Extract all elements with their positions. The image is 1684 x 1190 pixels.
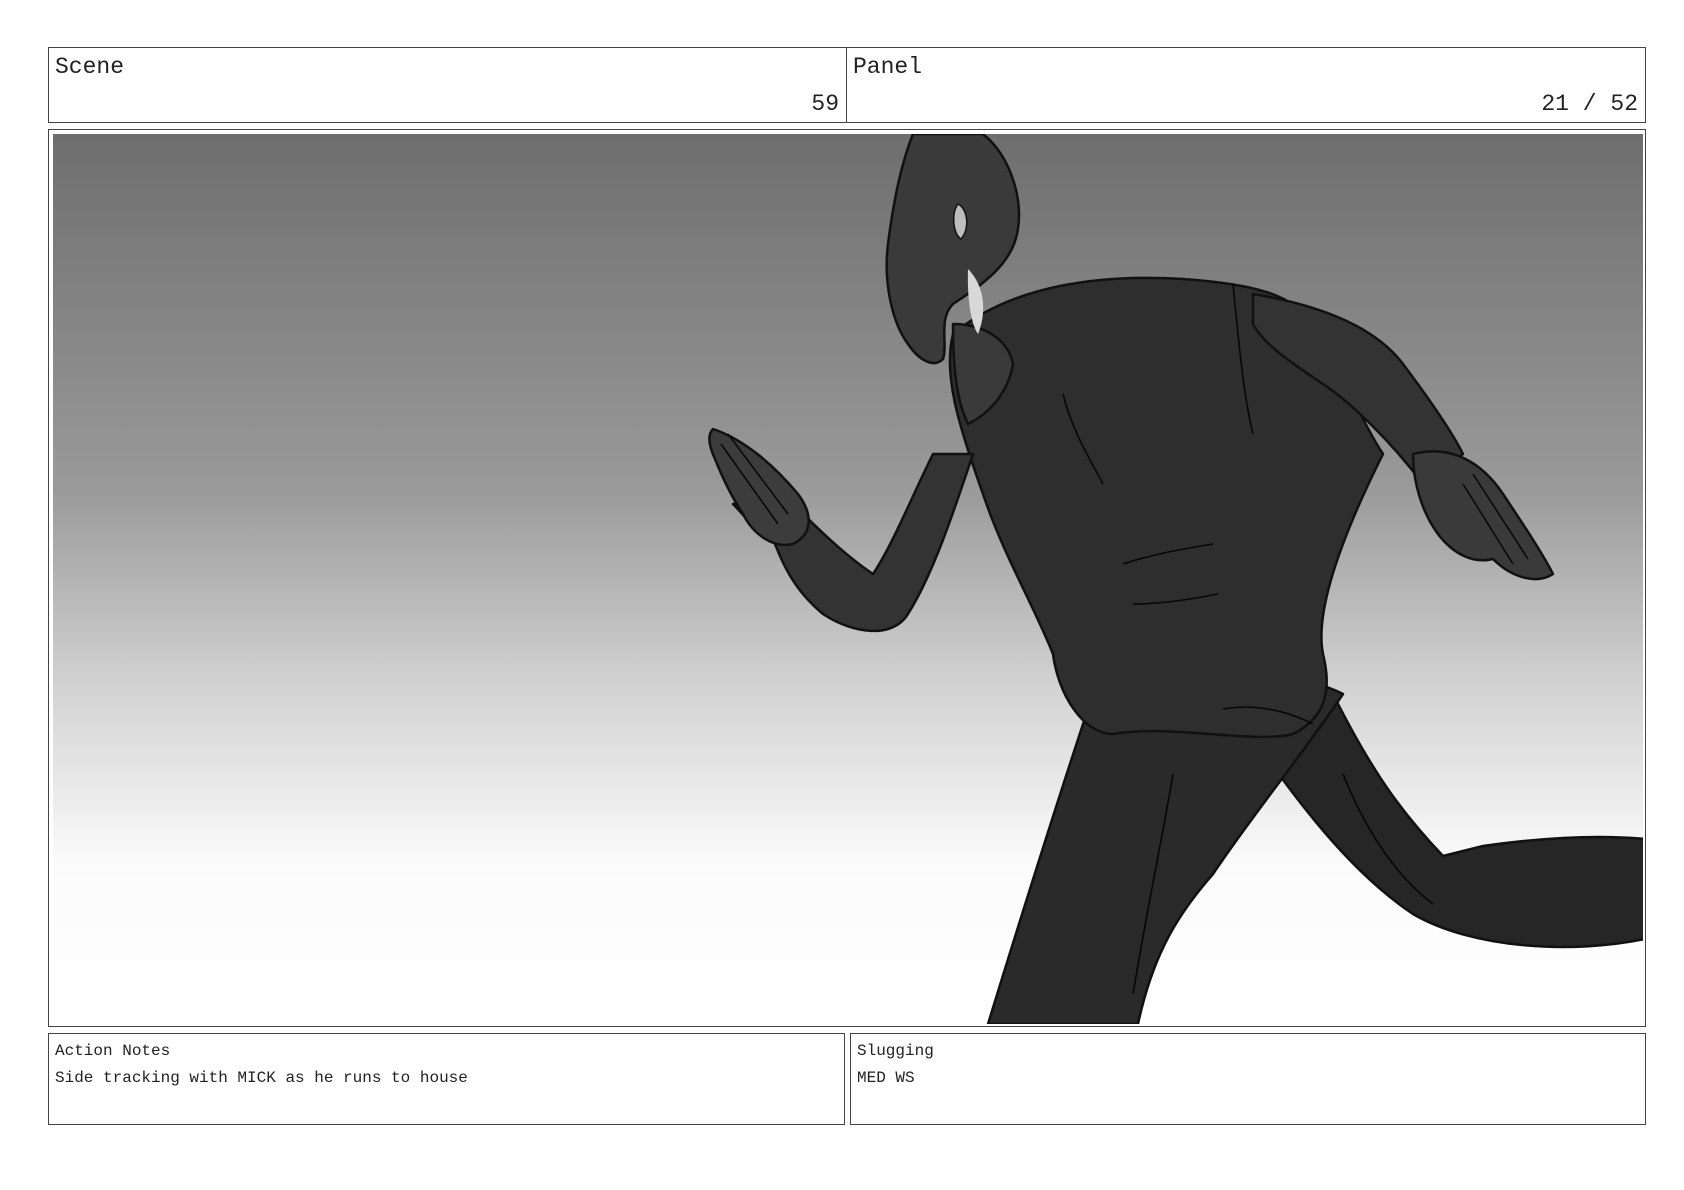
slugging-label: Slugging bbox=[857, 1042, 934, 1060]
scene-field: Scene 59 bbox=[48, 47, 847, 123]
slugging-field: Slugging MED WS bbox=[850, 1033, 1646, 1125]
storyboard-frame bbox=[48, 129, 1646, 1027]
action-notes-label: Action Notes bbox=[55, 1042, 171, 1060]
panel-field: Panel 21 / 52 bbox=[846, 47, 1646, 123]
action-notes-text: Side tracking with MICK as he runs to ho… bbox=[55, 1069, 468, 1087]
scene-number: 59 bbox=[811, 91, 839, 117]
panel-number: 21 / 52 bbox=[1541, 91, 1638, 117]
scene-label: Scene bbox=[55, 54, 125, 80]
action-notes-field: Action Notes Side tracking with MICK as … bbox=[48, 1033, 845, 1125]
storyboard-drawing bbox=[53, 134, 1643, 1024]
slugging-text: MED WS bbox=[857, 1069, 915, 1087]
panel-label: Panel bbox=[853, 54, 923, 80]
